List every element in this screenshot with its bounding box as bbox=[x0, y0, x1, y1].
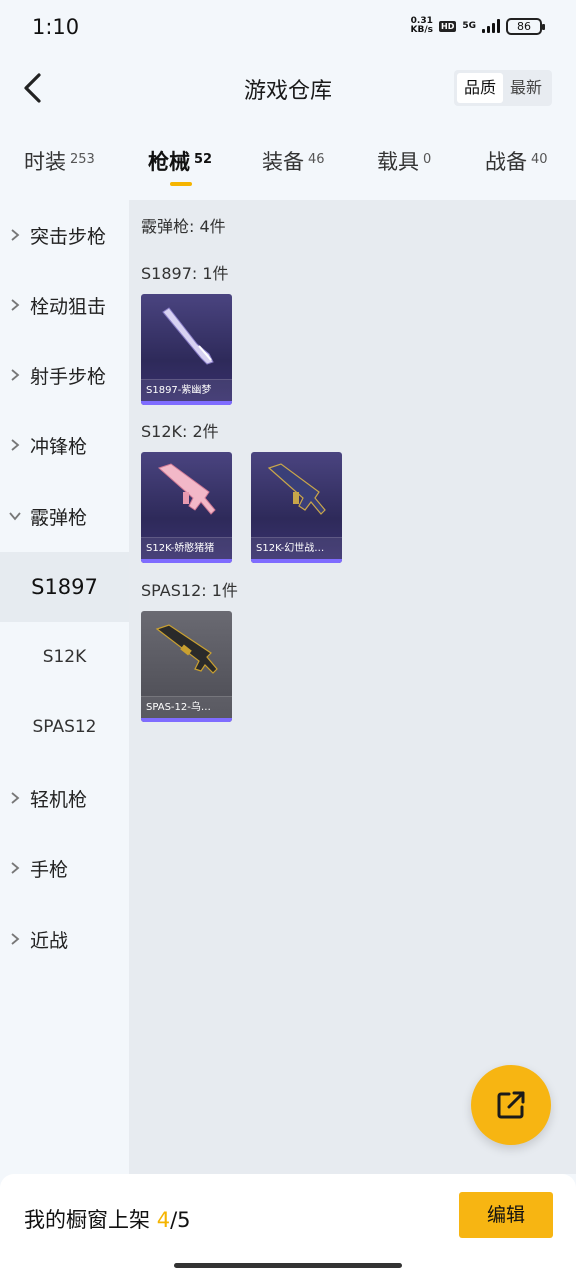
item-name: S12K-娇憨猪猪 bbox=[141, 537, 232, 559]
tab-count: 0 bbox=[423, 152, 432, 167]
shotgun-icon bbox=[267, 463, 326, 515]
tab-count: 52 bbox=[194, 152, 213, 167]
sidebar-item-label: 冲锋枪 bbox=[30, 435, 88, 458]
item-name: S12K-幻世战… bbox=[251, 537, 342, 559]
shotgun-icon bbox=[158, 463, 216, 515]
category-sidebar: 突击步枪 栓动狙击 射手步枪 冲锋枪 霰弹枪 S1897 S12K SPAS12… bbox=[0, 200, 129, 1174]
group-title-s1897: S1897: 1件 bbox=[141, 264, 229, 283]
sidebar-item-smgs[interactable]: 冲锋枪 bbox=[0, 410, 129, 480]
chevron-right-icon bbox=[11, 862, 20, 874]
group-title-s12k: S12K: 2件 bbox=[141, 422, 219, 441]
home-indicator[interactable] bbox=[174, 1263, 402, 1268]
showcase-label: 我的橱窗上架 bbox=[24, 1208, 150, 1232]
sidebar-item-label: 突击步枪 bbox=[30, 225, 107, 248]
tab-label: 载具 bbox=[377, 150, 419, 174]
sidebar-item-label: 射手步枪 bbox=[30, 365, 107, 388]
chevron-right-icon bbox=[11, 792, 20, 804]
item-card[interactable]: S12K-幻世战… bbox=[251, 452, 342, 563]
sidebar-item-assault-rifles[interactable]: 突击步枪 bbox=[0, 200, 129, 270]
item-name: S1897-紫幽梦 bbox=[141, 379, 232, 401]
app-header: 游戏仓库 品质 最新 bbox=[0, 56, 576, 120]
rarity-bar bbox=[141, 401, 232, 405]
edit-button[interactable]: 编辑 bbox=[459, 1192, 553, 1238]
sidebar-item-melee[interactable]: 近战 bbox=[0, 904, 129, 974]
rarity-bar bbox=[251, 559, 342, 563]
status-indicators: 0.31 KB/s HD 5G 86 bbox=[411, 17, 545, 35]
sidebar-subitem-spas12[interactable]: SPAS12 bbox=[0, 692, 129, 762]
shotgun-icon bbox=[162, 307, 214, 365]
shotgun-icon bbox=[155, 624, 218, 674]
sort-newest-option[interactable]: 最新 bbox=[503, 73, 549, 103]
tab-label: 战备 bbox=[485, 150, 527, 174]
section-title: 霰弹枪: 4件 bbox=[141, 217, 226, 236]
sidebar-item-bolt-snipers[interactable]: 栓动狙击 bbox=[0, 270, 129, 340]
net-speed: 0.31 KB/s bbox=[411, 17, 433, 35]
tab-battle-gear[interactable]: 战备 40 bbox=[485, 146, 548, 176]
tab-label: 时装 bbox=[24, 150, 66, 174]
sidebar-item-label: 轻机枪 bbox=[30, 788, 88, 811]
rarity-bar bbox=[141, 718, 232, 722]
sidebar-subitem-s12k[interactable]: S12K bbox=[0, 622, 129, 692]
active-tab-indicator bbox=[170, 182, 192, 186]
external-link-icon bbox=[497, 1091, 525, 1119]
chevron-right-icon bbox=[11, 439, 20, 451]
chevron-right-icon bbox=[11, 933, 20, 945]
category-tabs: 时装 253 枪械 52 装备 46 载具 0 战备 40 bbox=[0, 130, 576, 194]
signal-icon bbox=[482, 19, 500, 33]
share-button[interactable] bbox=[471, 1065, 551, 1145]
inventory-content: 霰弹枪: 4件 S1897: 1件 S1897-紫幽梦 S12K: 2件 S12… bbox=[129, 200, 576, 1174]
chevron-right-icon bbox=[11, 369, 20, 381]
chevron-right-icon bbox=[11, 299, 20, 311]
showcase-current: 4 bbox=[156, 1208, 171, 1232]
sidebar-item-shotguns[interactable]: 霰弹枪 bbox=[0, 481, 129, 551]
chevron-right-icon bbox=[11, 229, 20, 241]
tab-equipment[interactable]: 装备 46 bbox=[262, 146, 325, 176]
tab-count: 253 bbox=[70, 152, 95, 167]
sidebar-item-marksman-rifles[interactable]: 射手步枪 bbox=[0, 340, 129, 410]
item-card[interactable]: S12K-娇憨猪猪 bbox=[141, 452, 232, 563]
group-title-spas12: SPAS12: 1件 bbox=[141, 581, 238, 600]
sidebar-item-lmgs[interactable]: 轻机枪 bbox=[0, 763, 129, 833]
tab-label: 枪械 bbox=[148, 150, 190, 174]
sidebar-item-label: 栓动狙击 bbox=[30, 295, 107, 318]
tab-count: 46 bbox=[308, 152, 325, 167]
rarity-bar bbox=[141, 559, 232, 563]
battery-icon: 86 bbox=[506, 17, 545, 35]
hd-icon: HD bbox=[439, 20, 457, 32]
sidebar-subitem-s1897[interactable]: S1897 bbox=[0, 552, 129, 622]
sidebar-item-label: 手枪 bbox=[30, 858, 69, 881]
tab-count: 40 bbox=[531, 152, 548, 167]
net-speed-unit: KB/s bbox=[410, 25, 433, 35]
tab-firearms[interactable]: 枪械 52 bbox=[148, 146, 212, 176]
showcase-total: /5 bbox=[170, 1208, 191, 1232]
sort-toggle: 品质 最新 bbox=[453, 70, 552, 106]
showcase-status: 我的橱窗上架 4/5 bbox=[24, 1204, 191, 1234]
network-type: 5G bbox=[462, 20, 476, 31]
sidebar-item-label: 近战 bbox=[30, 929, 69, 952]
item-card[interactable]: S1897-紫幽梦 bbox=[141, 294, 232, 405]
status-bar: 1:10 0.31 KB/s HD 5G 86 bbox=[0, 0, 576, 56]
sidebar-item-label: 霰弹枪 bbox=[30, 506, 88, 529]
tab-label: 装备 bbox=[262, 150, 304, 174]
tab-outfits[interactable]: 时装 253 bbox=[24, 146, 95, 176]
status-time: 1:10 bbox=[32, 15, 80, 39]
chevron-down-icon bbox=[9, 512, 21, 521]
tab-vehicles[interactable]: 载具 0 bbox=[377, 146, 431, 176]
item-name: SPAS-12-乌… bbox=[141, 696, 232, 718]
item-card[interactable]: SPAS-12-乌… bbox=[141, 611, 232, 722]
sidebar-item-pistols[interactable]: 手枪 bbox=[0, 833, 129, 903]
sort-quality-option[interactable]: 品质 bbox=[456, 73, 503, 103]
bottom-bar: 我的橱窗上架 4/5 编辑 bbox=[0, 1174, 576, 1280]
